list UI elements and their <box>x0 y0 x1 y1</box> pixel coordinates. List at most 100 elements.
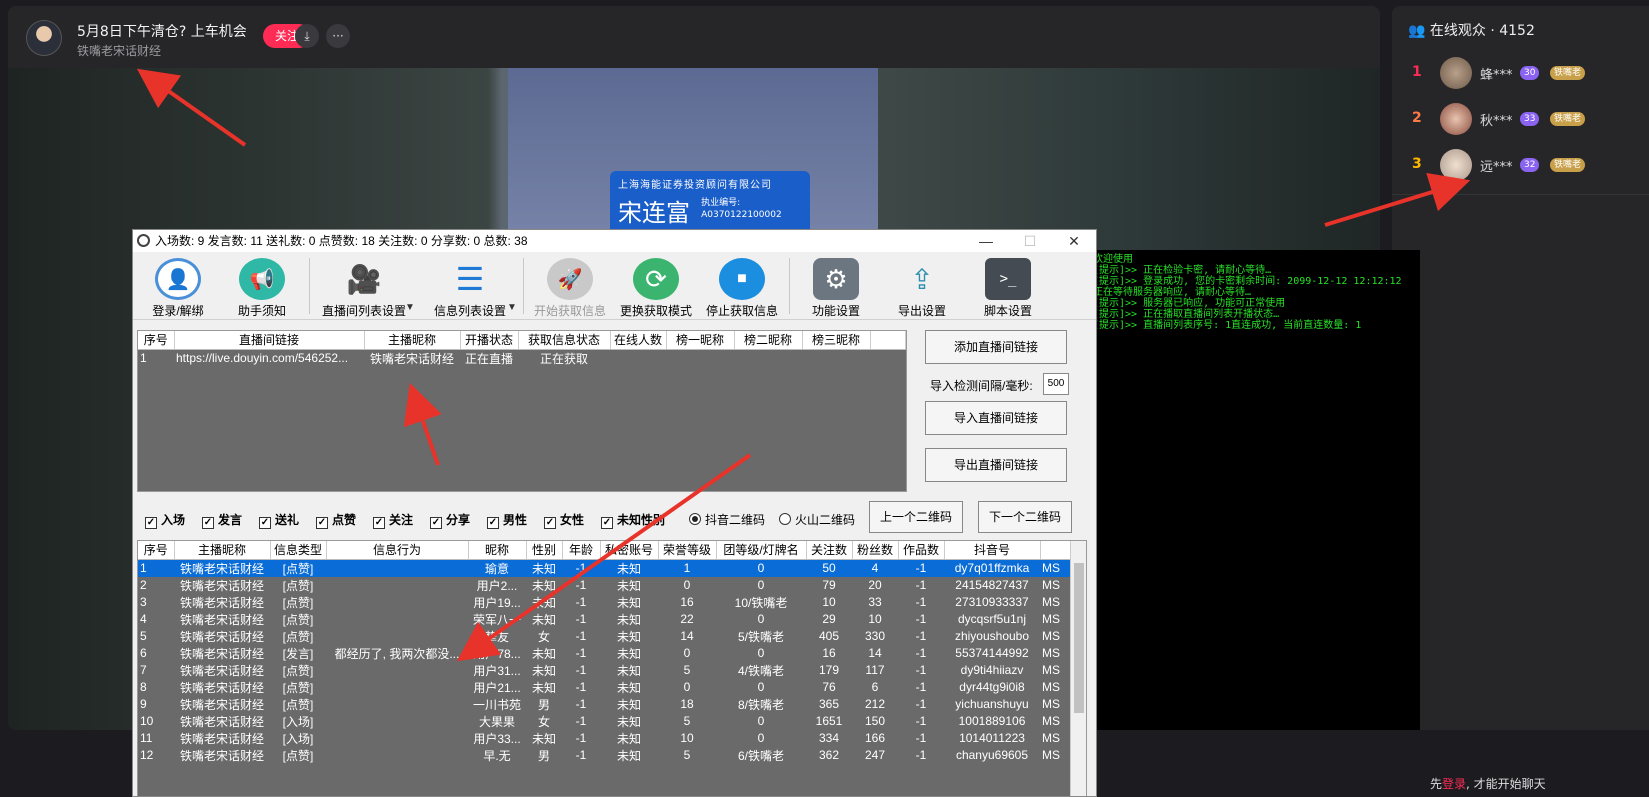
prev-qr-button[interactable]: 上一个二维码 <box>869 501 963 533</box>
column-header[interactable]: 序号 <box>138 541 175 560</box>
viewer-avatar[interactable] <box>1440 57 1472 89</box>
function-settings-button[interactable]: ⚙ 功能设置 <box>791 258 881 320</box>
table-row[interactable]: 8 铁嘴老宋话财经 [点赞] 用户21... 未知 -1 未知 0 0 76 6 -1 dyr44tg9… <box>138 679 1072 696</box>
host-name[interactable]: 铁嘴老宋话财经 <box>77 42 161 59</box>
viewer-row[interactable]: 2 秋*** 33 铁嘴老 <box>1392 96 1649 144</box>
start-fetch-button[interactable]: 🚀 开始获取信息 <box>525 258 615 320</box>
login-unbind-button[interactable]: 👤 登录/解绑 <box>133 258 223 320</box>
table-cell: 未知 <box>616 595 641 610</box>
table-cell: 1 <box>658 559 716 577</box>
column-header[interactable]: 抖音号 <box>944 541 1041 560</box>
viewer-name[interactable]: 秋*** <box>1480 110 1513 129</box>
maximize-button[interactable]: ☐ <box>1008 230 1052 252</box>
column-header[interactable]: 榜三昵称 <box>802 331 871 350</box>
scrollbar-thumb[interactable] <box>1074 563 1084 713</box>
log-line: [提示]>> 登录成功, 您的卡密剩余时间: 2099-12-12 12:12:… <box>1093 276 1402 287</box>
login-link[interactable]: 登录 <box>1442 777 1466 791</box>
info-table-scrollbar[interactable] <box>1070 541 1086 796</box>
assistant-notice-button[interactable]: 📢 助手须知 <box>217 258 307 320</box>
next-qr-button[interactable]: 下一个二维码 <box>978 501 1072 533</box>
host-avatar[interactable] <box>26 20 62 56</box>
column-header[interactable]: 在线人数 <box>610 331 667 350</box>
table-row[interactable]: 3 铁嘴老宋话财经 [点赞] 用户19... 未知 -1 未知 16 10/铁嘴老 10 33 -1 2… <box>138 594 1072 611</box>
table-row[interactable]: 9 铁嘴老宋话财经 [点赞] 一川书苑 男 -1 未知 18 8/铁嘴老 365 212 -1 yich… <box>138 696 1072 713</box>
filter-unknown-gender-checkbox[interactable]: ✓ 未知性别 <box>601 511 665 529</box>
table-cell: 14 <box>680 629 694 643</box>
table-cell: 5 <box>683 714 691 728</box>
column-header[interactable]: 关注数 <box>806 541 853 560</box>
add-room-button[interactable]: 添加直播间链接 <box>925 330 1067 364</box>
close-button[interactable]: ✕ <box>1052 230 1096 252</box>
viewer-name[interactable]: 蜂*** <box>1480 64 1513 83</box>
column-header[interactable]: 昵称 <box>468 541 527 560</box>
column-header[interactable]: 主播昵称 <box>174 541 271 560</box>
column-header[interactable]: 主播昵称 <box>364 331 461 350</box>
table-cell <box>666 349 734 367</box>
table-cell <box>326 594 468 611</box>
download-icon[interactable]: ⤓ <box>295 24 319 48</box>
column-header[interactable]: 年龄 <box>562 541 601 560</box>
table-row[interactable]: 10 铁嘴老宋话财经 [入场] 大果果 女 -1 未知 5 0 1651 150 -1 10018891… <box>138 713 1072 730</box>
column-header[interactable]: 性别 <box>526 541 563 560</box>
export-settings-button[interactable]: ⇪ 导出设置 <box>877 258 967 320</box>
filter-gift-checkbox[interactable]: ✓ 送礼 <box>259 511 299 529</box>
import-room-button[interactable]: 导入直播间链接 <box>925 401 1067 435</box>
switch-mode-button[interactable]: ⟳ 更换获取模式 <box>611 258 701 320</box>
douyin-qr-radio[interactable]: 抖音二维码 <box>689 511 765 528</box>
column-header[interactable]: 荣誉等级 <box>658 541 717 560</box>
more-icon[interactable]: ··· <box>326 24 350 48</box>
filter-like-checkbox[interactable]: ✓ 点赞 <box>316 511 356 529</box>
filter-speak-checkbox[interactable]: ✓ 发言 <box>202 511 242 529</box>
table-cell: 未知 <box>531 663 556 678</box>
table-row[interactable]: 2 铁嘴老宋话财经 [点赞] 用户2... 未知 -1 未知 0 0 79 20 -1 24154827… <box>138 577 1072 594</box>
table-row[interactable]: 12 铁嘴老宋话财经 [点赞] 早.无 男 -1 未知 5 6/铁嘴老 362 247 -1 chany… <box>138 747 1072 764</box>
viewer-row[interactable]: 1 蜂*** 30 铁嘴老 <box>1392 50 1649 98</box>
column-header[interactable]: 作品数 <box>898 541 945 560</box>
filter-male-checkbox[interactable]: ✓ 男性 <box>487 511 527 529</box>
interval-input[interactable]: 500 <box>1043 373 1069 395</box>
column-header[interactable]: 开播状态 <box>460 331 519 350</box>
badge-company: 上海海能证券投资顾问有限公司 <box>618 180 772 191</box>
column-header[interactable]: 信息行为 <box>326 541 469 560</box>
table-cell: 22 <box>680 612 694 626</box>
table-cell: chanyu69605 <box>955 748 1029 762</box>
table-row[interactable]: 11 铁嘴老宋话财经 [入场] 用户33... 未知 -1 未知 10 0 334 166 -1 101… <box>138 730 1072 747</box>
table-row[interactable]: 1 铁嘴老宋话财经 [点赞] 瑜意 未知 -1 未知 1 0 50 4 -1 dy7q01ffzmka M… <box>138 559 1072 577</box>
viewer-row[interactable]: 3 远*** 32 铁嘴老 <box>1392 142 1649 190</box>
chevron-down-icon[interactable]: ▼ <box>405 302 415 313</box>
column-header[interactable]: 粉丝数 <box>852 541 899 560</box>
filter-follow-checkbox[interactable]: ✓ 关注 <box>373 511 413 529</box>
users-icon: 👥 <box>1408 23 1430 39</box>
filter-share-checkbox[interactable]: ✓ 分享 <box>430 511 470 529</box>
huoshan-qr-radio[interactable]: 火山二维码 <box>779 511 855 528</box>
viewer-avatar[interactable] <box>1440 149 1472 181</box>
table-row[interactable]: 7 铁嘴老宋话财经 [点赞] 用户31... 未知 -1 未知 5 4/铁嘴老 179 117 -1 d… <box>138 662 1072 679</box>
column-header[interactable]: 私密账号 <box>600 541 659 560</box>
filter-female-checkbox[interactable]: ✓ 女性 <box>544 511 584 529</box>
table-cell: 未知 <box>616 646 641 661</box>
stop-fetch-button[interactable]: ■ 停止获取信息 <box>697 258 787 320</box>
viewer-rank: 2 <box>1412 110 1422 126</box>
chevron-down-icon[interactable]: ▼ <box>507 302 517 313</box>
room-list-settings-button[interactable]: 🎥 直播间列表设置 <box>311 258 417 320</box>
table-row[interactable]: 1 https://live.douyin.com/546252... 铁嘴老宋… <box>138 349 906 367</box>
column-header[interactable]: 序号 <box>138 331 175 350</box>
column-header[interactable]: 榜二昵称 <box>734 331 803 350</box>
chat-login-hint: 先登录, 才能开始聊天 <box>1430 777 1546 791</box>
column-header[interactable]: 信息类型 <box>270 541 327 560</box>
table-row[interactable]: 6 铁嘴老宋话财经 [发言] 都经历了, 我两次都没... 用户78... 未知 -1 未知 0… <box>138 645 1072 662</box>
table-cell: [点赞] <box>282 629 314 644</box>
column-header[interactable]: 获取信息状态 <box>518 331 611 350</box>
viewer-avatar[interactable] <box>1440 103 1472 135</box>
table-row[interactable]: 4 铁嘴老宋话财经 [点赞] 荣军八一 未知 -1 未知 22 0 29 10 -1 dycqsrf5u… <box>138 611 1072 628</box>
column-header[interactable]: 直播间链接 <box>174 331 365 350</box>
script-settings-button[interactable]: >_ 脚本设置 <box>963 258 1053 320</box>
viewer-name[interactable]: 远*** <box>1480 156 1513 175</box>
export-room-button[interactable]: 导出直播间链接 <box>925 448 1067 482</box>
filter-enter-checkbox[interactable]: ✓ 入场 <box>145 511 185 529</box>
minimize-button[interactable]: — <box>964 230 1008 252</box>
column-header[interactable]: 团等级/灯牌名 <box>716 541 807 560</box>
table-cell <box>326 611 468 628</box>
column-header[interactable]: 榜一昵称 <box>666 331 735 350</box>
table-row[interactable]: 5 铁嘴老宋话财经 [点赞] 挚友 女 -1 未知 14 5/铁嘴老 405 330 -1 zhiyou… <box>138 628 1072 645</box>
